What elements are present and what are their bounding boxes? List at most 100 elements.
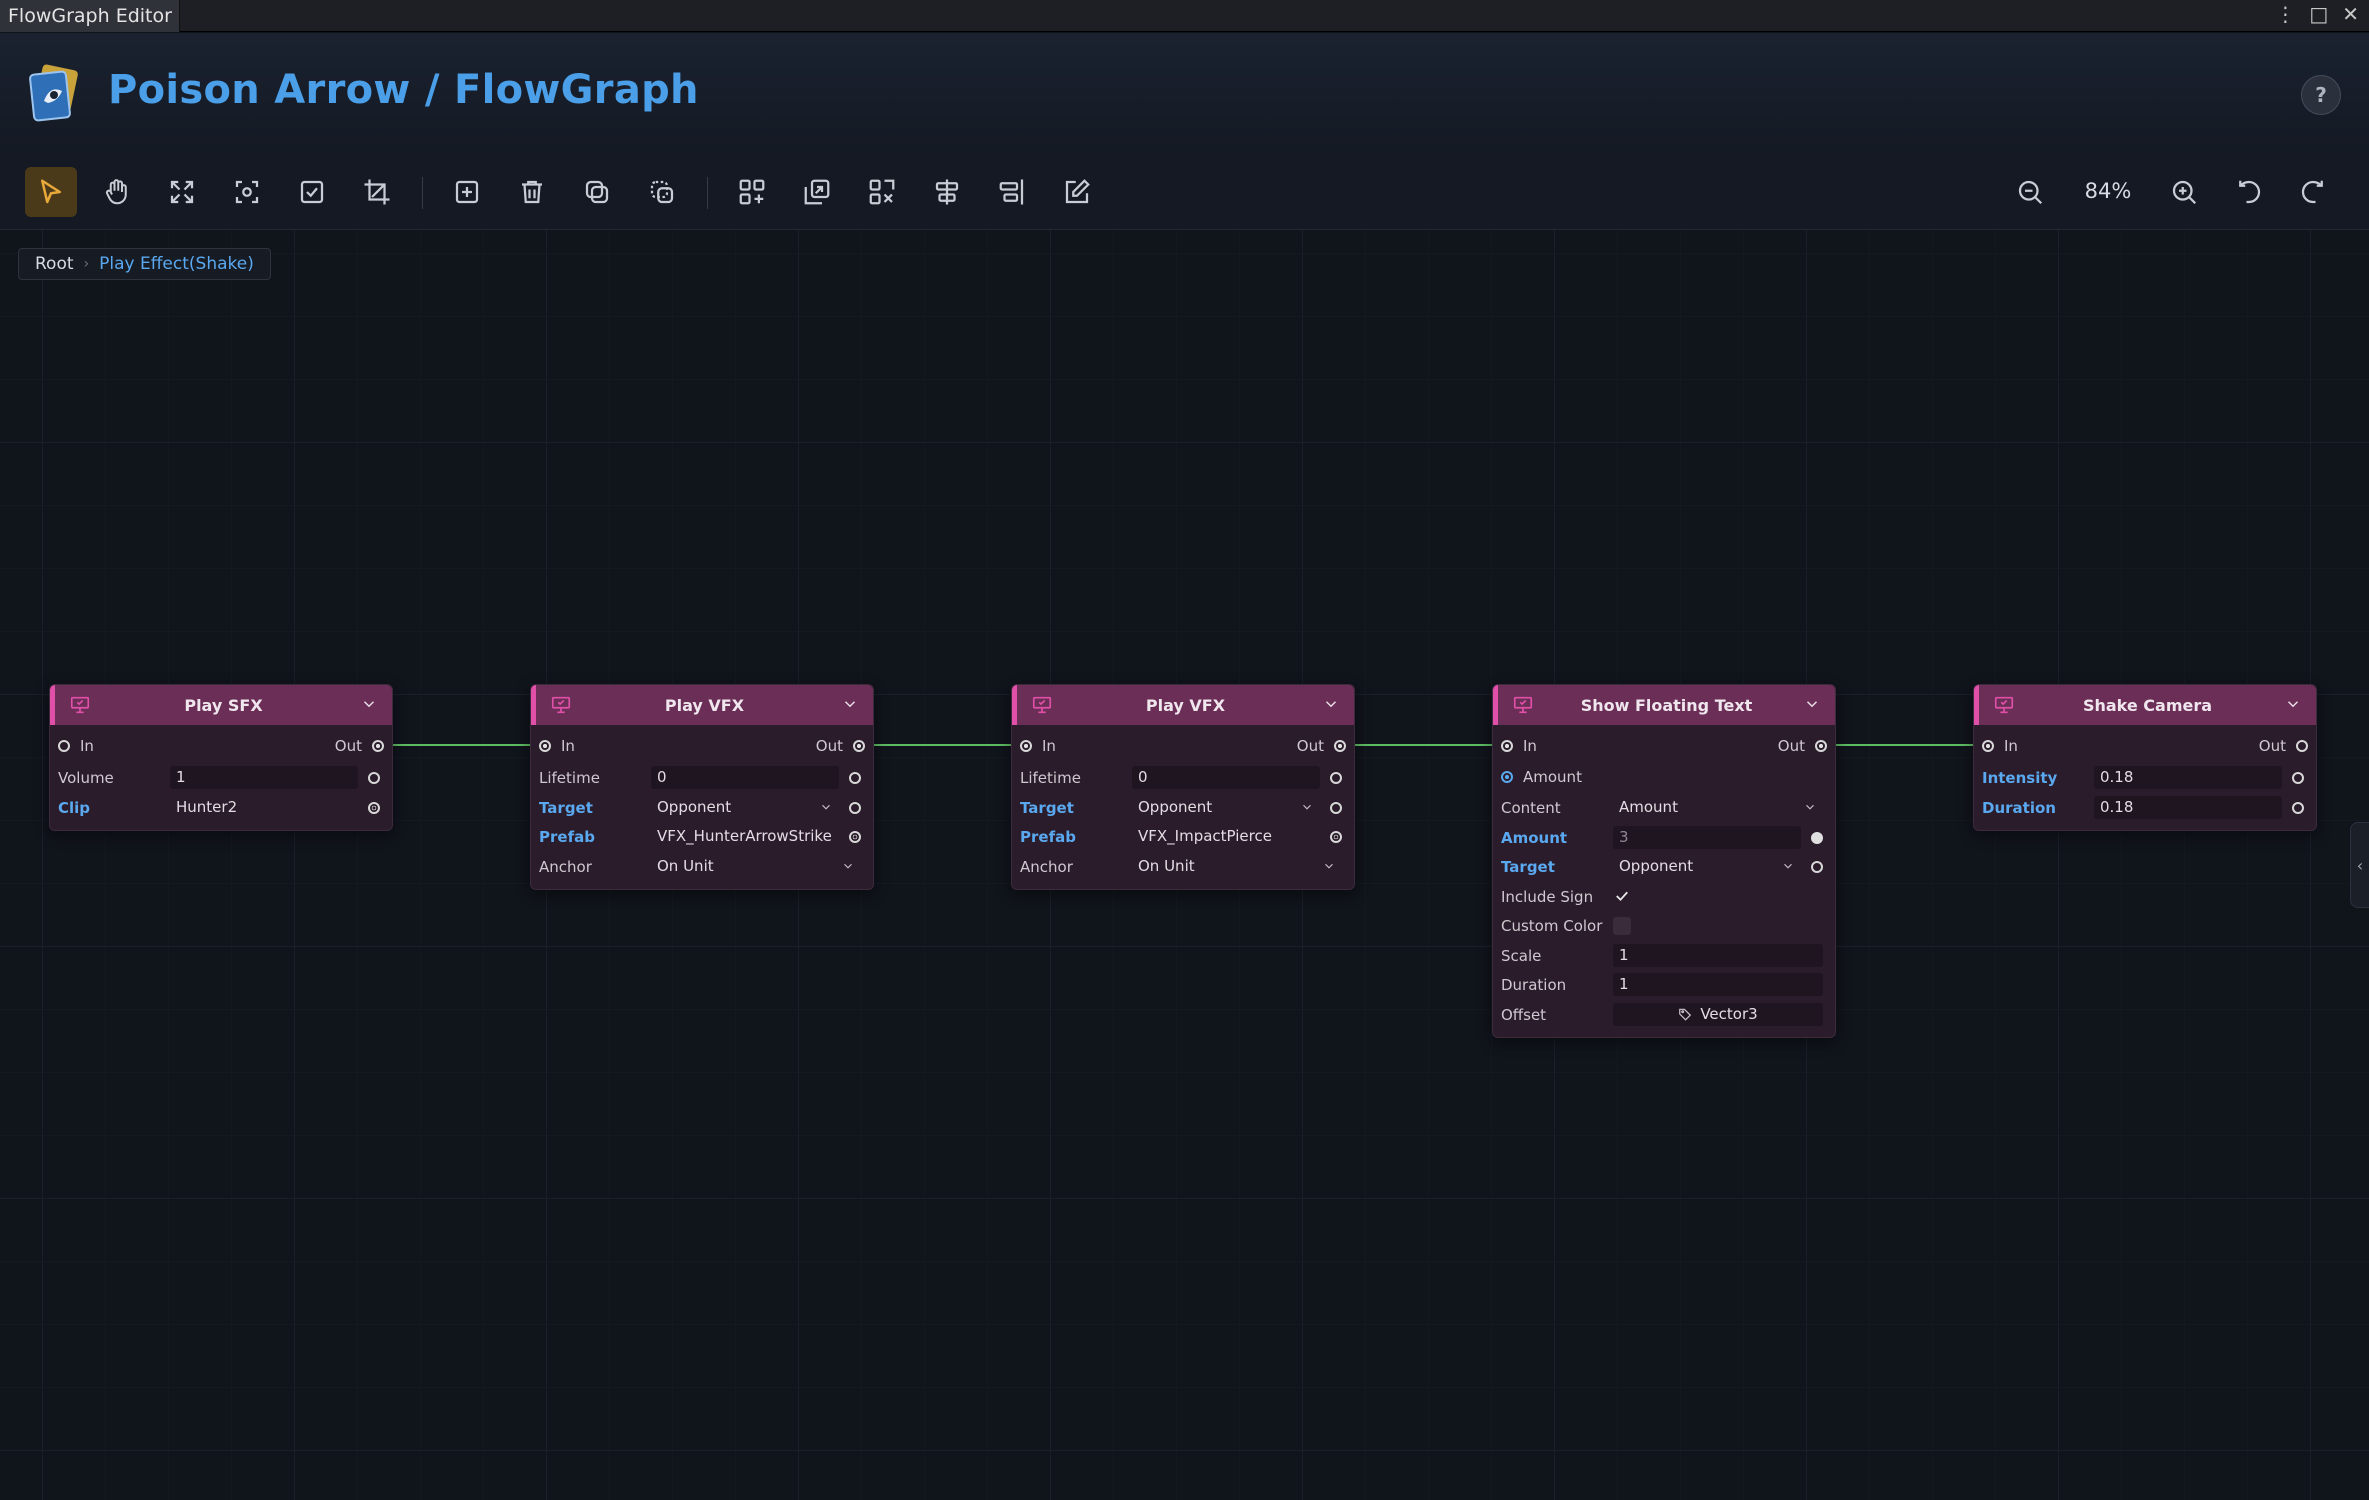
lifetime-input[interactable]: 0 xyxy=(651,766,839,789)
collapse-group-button[interactable] xyxy=(791,167,843,217)
node-shake-camera[interactable]: Shake Camera In Out Intensity 0.18 Durat… xyxy=(1973,684,2317,831)
out-port[interactable] xyxy=(853,740,865,752)
out-port[interactable] xyxy=(1815,740,1827,752)
node-show-floating-text[interactable]: Show Floating Text In Out Amount Content… xyxy=(1492,684,1836,1038)
in-port-label: In xyxy=(561,737,575,755)
node-header[interactable]: Play VFX xyxy=(531,685,873,725)
toolbar-divider xyxy=(422,177,423,209)
node-play-sfx[interactable]: Play SFX In Out Volume 1 Clip Hunter2 xyxy=(49,684,393,831)
include-sign-checkbox[interactable] xyxy=(1613,887,1631,905)
focus-selection-button[interactable] xyxy=(221,167,273,217)
node-play-vfx[interactable]: Play VFX In Out Lifetime 0 Target Oppone… xyxy=(530,684,874,890)
checkbox-icon xyxy=(300,180,324,204)
chevron-down-icon[interactable] xyxy=(1803,695,1821,713)
distribute-button[interactable] xyxy=(986,167,1038,217)
lifetime-input[interactable]: 0 xyxy=(1132,766,1320,789)
chevron-down-icon xyxy=(844,863,852,869)
anchor-select[interactable]: On Unit xyxy=(651,855,861,878)
side-panel-toggle[interactable]: ‹ xyxy=(2350,822,2369,908)
in-port[interactable] xyxy=(1982,740,1994,752)
maximize-icon[interactable]: □ xyxy=(2309,2,2328,26)
target-port[interactable] xyxy=(1330,801,1342,814)
undo-button[interactable] xyxy=(2223,167,2275,217)
out-port[interactable] xyxy=(372,740,384,752)
target-port[interactable] xyxy=(849,801,861,814)
help-button[interactable]: ? xyxy=(2301,75,2341,115)
chevron-down-icon[interactable] xyxy=(1322,695,1340,713)
redo-button[interactable] xyxy=(2287,167,2339,217)
node-header[interactable]: Play VFX xyxy=(1012,685,1354,725)
prefab-input[interactable]: VFX_HunterArrowStrike xyxy=(651,825,839,848)
more-options-icon[interactable]: ⋮ xyxy=(2275,2,2295,26)
align-button[interactable] xyxy=(921,167,973,217)
clip-input[interactable]: Hunter2 xyxy=(170,796,358,819)
group-button[interactable] xyxy=(636,167,688,217)
lifetime-port[interactable] xyxy=(849,772,861,784)
duration-port[interactable] xyxy=(2292,801,2304,814)
content-select[interactable]: Amount xyxy=(1613,796,1823,819)
amount-port[interactable] xyxy=(1811,831,1823,844)
trash-icon xyxy=(522,180,542,204)
field-lifetime: Lifetime 0 xyxy=(531,763,873,793)
custom-color-checkbox[interactable] xyxy=(1613,917,1631,935)
add-group-button[interactable] xyxy=(726,167,778,217)
chevron-down-icon[interactable] xyxy=(2284,695,2302,713)
prefab-input[interactable]: VFX_ImpactPierce xyxy=(1132,825,1320,848)
breadcrumb-root[interactable]: Root xyxy=(35,254,74,274)
node-header[interactable]: Play SFX xyxy=(50,685,392,725)
duration-input[interactable]: 1 xyxy=(1613,973,1823,996)
intensity-input[interactable]: 0.18 xyxy=(2094,766,2282,789)
breadcrumb-current[interactable]: Play Effect(Shake) xyxy=(99,254,254,274)
duration-input[interactable]: 0.18 xyxy=(2094,795,2282,819)
field-label: Target xyxy=(1501,858,1555,876)
field-label: Include Sign xyxy=(1501,887,1594,906)
target-port[interactable] xyxy=(1811,861,1823,873)
intensity-port[interactable] xyxy=(2292,772,2304,784)
pan-tool-button[interactable] xyxy=(91,167,143,217)
lifetime-port[interactable] xyxy=(1330,772,1342,784)
amount-in-port[interactable] xyxy=(1501,771,1513,783)
node-header[interactable]: Show Floating Text xyxy=(1493,685,1835,725)
node-title: Play VFX xyxy=(1145,695,1226,715)
select-all-button[interactable] xyxy=(286,167,338,217)
close-icon[interactable]: ✕ xyxy=(2342,2,2359,26)
amount-input[interactable]: 3 xyxy=(1613,825,1801,849)
volume-port[interactable] xyxy=(368,772,380,784)
prefab-picker-icon[interactable] xyxy=(1330,831,1342,843)
volume-input[interactable]: 1 xyxy=(170,766,358,789)
field-label: Amount xyxy=(1501,828,1568,847)
prefab-picker-icon[interactable] xyxy=(849,831,861,843)
node-play-vfx[interactable]: Play VFX In Out Lifetime 0 Target Oppone… xyxy=(1011,684,1355,890)
field-label: Offset xyxy=(1501,1005,1547,1024)
out-port[interactable] xyxy=(2296,740,2308,752)
fit-view-button[interactable] xyxy=(156,167,208,217)
target-select[interactable]: Opponent xyxy=(1132,796,1320,819)
in-port[interactable] xyxy=(58,740,70,752)
window-controls: ⋮ □ ✕ xyxy=(2275,2,2359,26)
add-node-button[interactable] xyxy=(441,167,493,217)
duplicate-button[interactable] xyxy=(571,167,623,217)
offset-button[interactable]: Vector3 xyxy=(1613,1002,1823,1026)
crop-button[interactable] xyxy=(351,167,403,217)
in-port[interactable] xyxy=(539,740,551,752)
out-port[interactable] xyxy=(1334,740,1346,752)
field-anchor: Anchor On Unit xyxy=(1012,852,1354,882)
target-value: Opponent xyxy=(657,797,732,816)
delete-button[interactable] xyxy=(506,167,558,217)
zoom-out-button[interactable] xyxy=(2004,167,2056,217)
clip-picker-icon[interactable] xyxy=(368,801,380,814)
zoom-in-button[interactable] xyxy=(2158,167,2210,217)
select-tool-button[interactable] xyxy=(25,167,77,217)
anchor-select[interactable]: On Unit xyxy=(1132,855,1342,878)
in-port[interactable] xyxy=(1020,740,1032,752)
node-header[interactable]: Shake Camera xyxy=(1974,685,2316,725)
edit-button[interactable] xyxy=(1051,167,1103,217)
window-tab[interactable]: FlowGraph Editor xyxy=(0,0,180,32)
target-select[interactable]: Opponent xyxy=(1613,855,1801,878)
chevron-down-icon[interactable] xyxy=(360,695,378,713)
target-select[interactable]: Opponent xyxy=(651,796,839,819)
ungroup-button[interactable] xyxy=(856,167,908,217)
in-port[interactable] xyxy=(1501,740,1513,752)
chevron-down-icon[interactable] xyxy=(841,695,859,713)
scale-input[interactable]: 1 xyxy=(1613,943,1823,967)
